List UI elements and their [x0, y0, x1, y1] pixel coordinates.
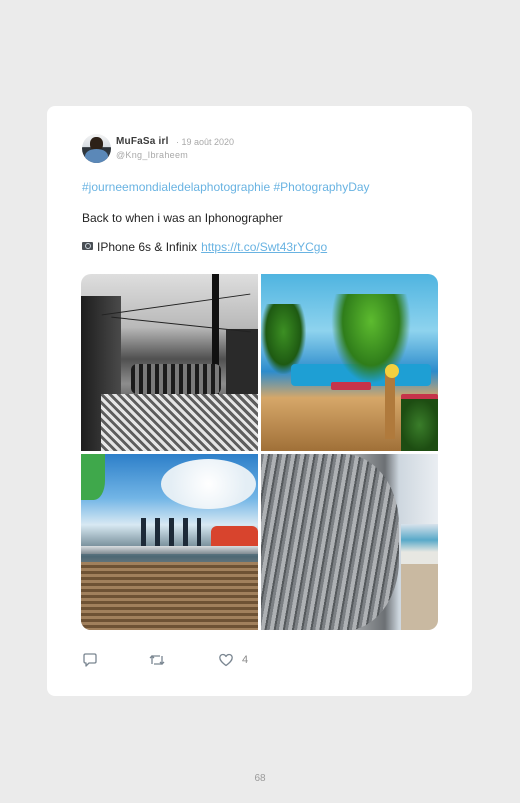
- hashtag-links[interactable]: #journeemondialedelaphotographie #Photog…: [82, 180, 370, 194]
- tweet-link[interactable]: https://t.co/Swt43rYCgo: [201, 240, 327, 254]
- photo-carved-tree[interactable]: [261, 454, 438, 630]
- like-count: 4: [242, 654, 249, 666]
- photo-resort-pool[interactable]: [261, 274, 438, 451]
- retweet-button[interactable]: [148, 651, 166, 669]
- author-handle[interactable]: @Kng_Ibraheem: [116, 150, 188, 160]
- author-name[interactable]: MuFaSa irl: [116, 136, 169, 147]
- like-button[interactable]: 4: [218, 651, 248, 669]
- retweet-icon: [149, 655, 165, 665]
- tweet-device-line: IPhone 6s & Infinix https://t.co/Swt43rYC…: [82, 240, 327, 254]
- tweet-header: MuFaSa irl · 19 août 2020 @Kng_Ibraheem: [82, 134, 442, 166]
- page-number: 68: [254, 773, 266, 784]
- heart-icon: [219, 653, 233, 667]
- tweet-card: MuFaSa irl · 19 août 2020 @Kng_Ibraheem …: [47, 106, 472, 696]
- photo-highway[interactable]: [81, 454, 258, 630]
- photo-street-bw[interactable]: [81, 274, 258, 451]
- tweet-date[interactable]: · 19 août 2020: [176, 137, 234, 147]
- reply-icon: [83, 653, 97, 667]
- avatar[interactable]: [82, 134, 111, 163]
- tweet-text: Back to when i was an Iphonographer: [82, 211, 283, 225]
- camera-emoji-icon: [82, 242, 93, 250]
- media-grid: [81, 274, 438, 630]
- reply-button[interactable]: [82, 651, 98, 669]
- device-text: IPhone 6s & Infinix: [97, 240, 198, 254]
- tweet-actions: 4: [82, 651, 342, 671]
